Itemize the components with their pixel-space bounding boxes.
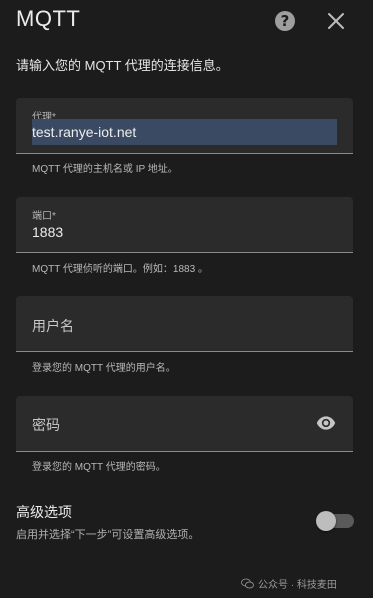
dialog-title: MQTT (16, 6, 81, 31)
broker-field[interactable]: 代理* test.ranye-iot.net (16, 98, 353, 154)
dialog-header: MQTT ? (0, 0, 373, 44)
advanced-options-toggle[interactable] (316, 511, 354, 531)
port-label: 端口* (32, 211, 56, 222)
password-field[interactable]: 密码 (16, 396, 353, 452)
eye-icon[interactable] (316, 415, 336, 431)
username-helper: 登录您的 MQTT 代理的用户名。 (32, 363, 176, 374)
password-helper: 登录您的 MQTT 代理的密码。 (32, 462, 166, 473)
port-input[interactable]: 1883 (32, 224, 63, 240)
port-helper: MQTT 代理侦听的端口。例如：1883 。 (32, 264, 208, 275)
intro-text: 请输入您的 MQTT 代理的连接信息。 (16, 58, 229, 73)
username-input[interactable]: 用户名 (32, 316, 74, 336)
advanced-options-description: 启用并选择“下一步”可设置高级选项。 (16, 529, 200, 541)
close-icon[interactable] (327, 12, 345, 30)
wechat-icon (241, 578, 254, 589)
help-icon[interactable]: ? (275, 11, 295, 31)
toggle-knob[interactable] (316, 511, 336, 531)
watermark: 公众号 · 科技麦田 (241, 576, 337, 591)
port-field[interactable]: 端口* 1883 (16, 197, 353, 253)
username-field[interactable]: 用户名 (16, 296, 353, 352)
password-input[interactable]: 密码 (32, 415, 60, 435)
broker-input[interactable]: test.ranye-iot.net (32, 124, 136, 140)
broker-helper: MQTT 代理的主机名或 IP 地址。 (32, 164, 178, 175)
watermark-text: 公众号 · 科技麦田 (258, 580, 337, 591)
advanced-options-title: 高级选项 (16, 504, 72, 520)
